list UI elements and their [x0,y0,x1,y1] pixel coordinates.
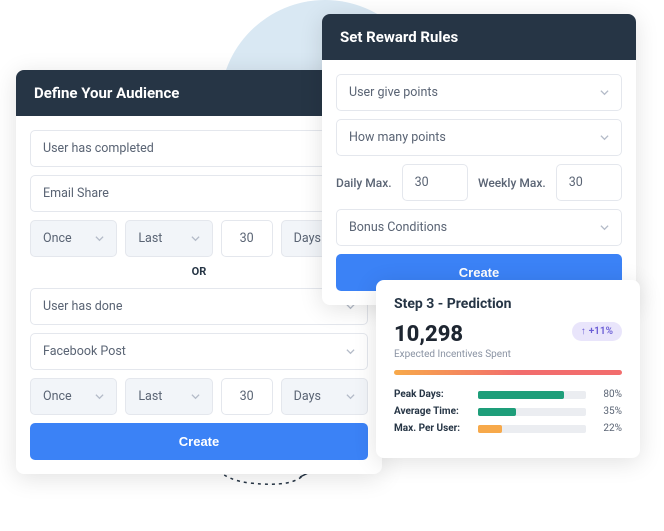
stat-row: Max. Per User: 22% [394,423,622,434]
create-audience-button[interactable]: Create [30,423,368,460]
stat-row: Average Time: 35% [394,406,622,417]
select-label: Bonus Conditions [349,220,447,235]
trend-badge: ↑ +11% [572,322,622,341]
condition-select-1[interactable]: User has completed [30,130,368,167]
freq-select-1[interactable]: Once [30,220,117,257]
stat-bar [478,391,586,399]
unit-select-2[interactable]: Days [281,378,368,415]
prediction-subtitle: Expected Incentives Spent [394,349,622,360]
select-label: User has done [43,299,122,314]
select-label: Last [138,231,162,246]
chevron-down-icon [600,223,609,232]
stat-label: Max. Per User: [394,423,470,434]
stat-bar [478,425,586,433]
stat-fill [478,408,516,416]
action-select-2[interactable]: Facebook Post [30,333,368,370]
select-label: Email Share [43,186,109,201]
chevron-down-icon [191,234,200,243]
or-divider: OR [30,265,368,278]
chevron-down-icon [600,88,609,97]
chevron-down-icon [95,392,104,401]
prediction-card: Step 3 - Prediction 10,298 ↑ +11% Expect… [376,280,640,458]
chevron-down-icon [600,133,609,142]
select-label: Days [294,231,321,246]
prediction-title: Step 3 - Prediction [394,296,622,312]
badge-text: +11% [589,326,613,337]
freq-select-2[interactable]: Once [30,378,117,415]
points-qty-select[interactable]: How many points [336,119,622,156]
stat-label: Peak Days: [394,389,470,400]
select-label: Days [294,389,321,404]
stat-fill [478,391,564,399]
chevron-down-icon [346,347,355,356]
stat-row: Peak Days: 80% [394,389,622,400]
weekly-max-input[interactable]: 30 [556,164,622,201]
reward-title: Set Reward Rules [322,14,636,60]
select-label: How many points [349,130,446,145]
count-input-2[interactable]: 30 [221,378,273,415]
condition-select-2[interactable]: User has done [30,288,368,325]
stat-value: 80% [594,389,622,400]
action-select-1[interactable]: Email Share [30,175,368,212]
weekly-max-label: Weekly Max. [478,176,546,190]
daily-max-label: Daily Max. [336,176,392,190]
bonus-select[interactable]: Bonus Conditions [336,209,622,246]
reward-card: Set Reward Rules User give points How ma… [322,14,636,305]
gradient-bar [394,370,622,375]
period-select-1[interactable]: Last [125,220,212,257]
stat-value: 22% [594,423,622,434]
prediction-value: 10,298 [394,322,463,347]
select-label: Once [43,389,72,404]
stat-fill [478,425,502,433]
stat-value: 35% [594,406,622,417]
stat-bar [478,408,586,416]
period-select-2[interactable]: Last [125,378,212,415]
select-label: User give points [349,85,438,100]
chevron-down-icon [191,392,200,401]
stat-label: Average Time: [394,406,470,417]
points-action-select[interactable]: User give points [336,74,622,111]
chevron-down-icon [346,392,355,401]
select-label: Once [43,231,72,246]
select-label: User has completed [43,141,154,156]
arrow-up-icon: ↑ [581,326,586,337]
count-input-1[interactable]: 30 [221,220,273,257]
daily-max-input[interactable]: 30 [402,164,468,201]
chevron-down-icon [95,234,104,243]
select-label: Facebook Post [43,344,126,359]
select-label: Last [138,389,162,404]
